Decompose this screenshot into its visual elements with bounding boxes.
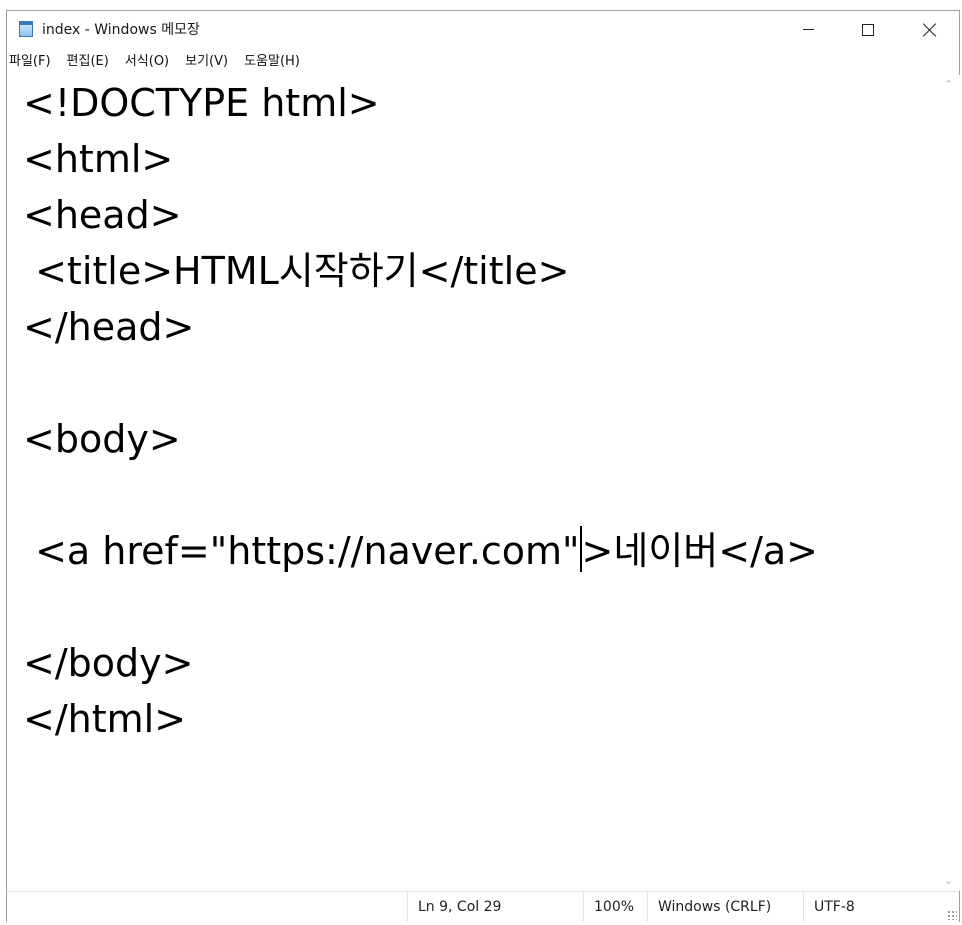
minimize-button[interactable] [785, 11, 831, 48]
menu-view[interactable]: 보기(V) [177, 51, 236, 73]
code-line-5: </head> [23, 305, 195, 349]
notepad-icon [19, 21, 33, 37]
code-line-2: <html> [23, 137, 174, 181]
title-bar[interactable]: index - Windows 메모장 [7, 11, 959, 48]
maximize-button[interactable] [845, 11, 891, 48]
code-line-12: </html> [23, 697, 187, 741]
code-line-11: </body> [23, 641, 194, 685]
menu-help[interactable]: 도움말(H) [236, 51, 308, 73]
status-encoding: UTF-8 [803, 892, 943, 922]
notepad-window: index - Windows 메모장 파일(F) 편집(E) 서식(O) 보기… [6, 10, 960, 922]
maximize-icon [862, 23, 874, 36]
resize-grip-icon[interactable] [947, 910, 957, 920]
code-line-9: <a href="https://naver.com">네이버</a> [23, 523, 818, 579]
menu-format[interactable]: 서식(O) [117, 51, 177, 73]
scroll-up-icon[interactable]: ⌃ [937, 75, 960, 95]
code-line-7: <body> [23, 417, 181, 461]
window-title: index - Windows 메모장 [42, 22, 200, 38]
minimize-icon [802, 29, 814, 30]
scroll-down-icon[interactable]: ⌄ [937, 871, 960, 891]
text-editor[interactable]: <!DOCTYPE html> <html> <head> <title>HTM… [7, 75, 937, 891]
status-line-ending: Windows (CRLF) [647, 892, 803, 922]
code-line-1: <!DOCTYPE html> [23, 81, 380, 125]
close-button[interactable] [907, 11, 953, 48]
code-line-4: <title>HTML시작하기</title> [23, 249, 570, 293]
status-zoom: 100% [583, 892, 647, 922]
code-line-9-before-caret: <a href="https://naver.com" [23, 529, 580, 573]
status-bar: Ln 9, Col 29 100% Windows (CRLF) UTF-8 [7, 891, 959, 922]
menu-file[interactable]: 파일(F) [7, 51, 59, 73]
status-cursor-position: Ln 9, Col 29 [407, 892, 583, 922]
menu-bar: 파일(F) 편집(E) 서식(O) 보기(V) 도움말(H) [7, 51, 308, 73]
close-icon [923, 23, 937, 37]
code-line-9-after-caret: >네이버</a> [581, 529, 819, 573]
vertical-scrollbar[interactable]: ⌃ ⌄ [937, 75, 960, 891]
menu-edit[interactable]: 편집(E) [59, 51, 117, 73]
code-line-3: <head> [23, 193, 182, 237]
